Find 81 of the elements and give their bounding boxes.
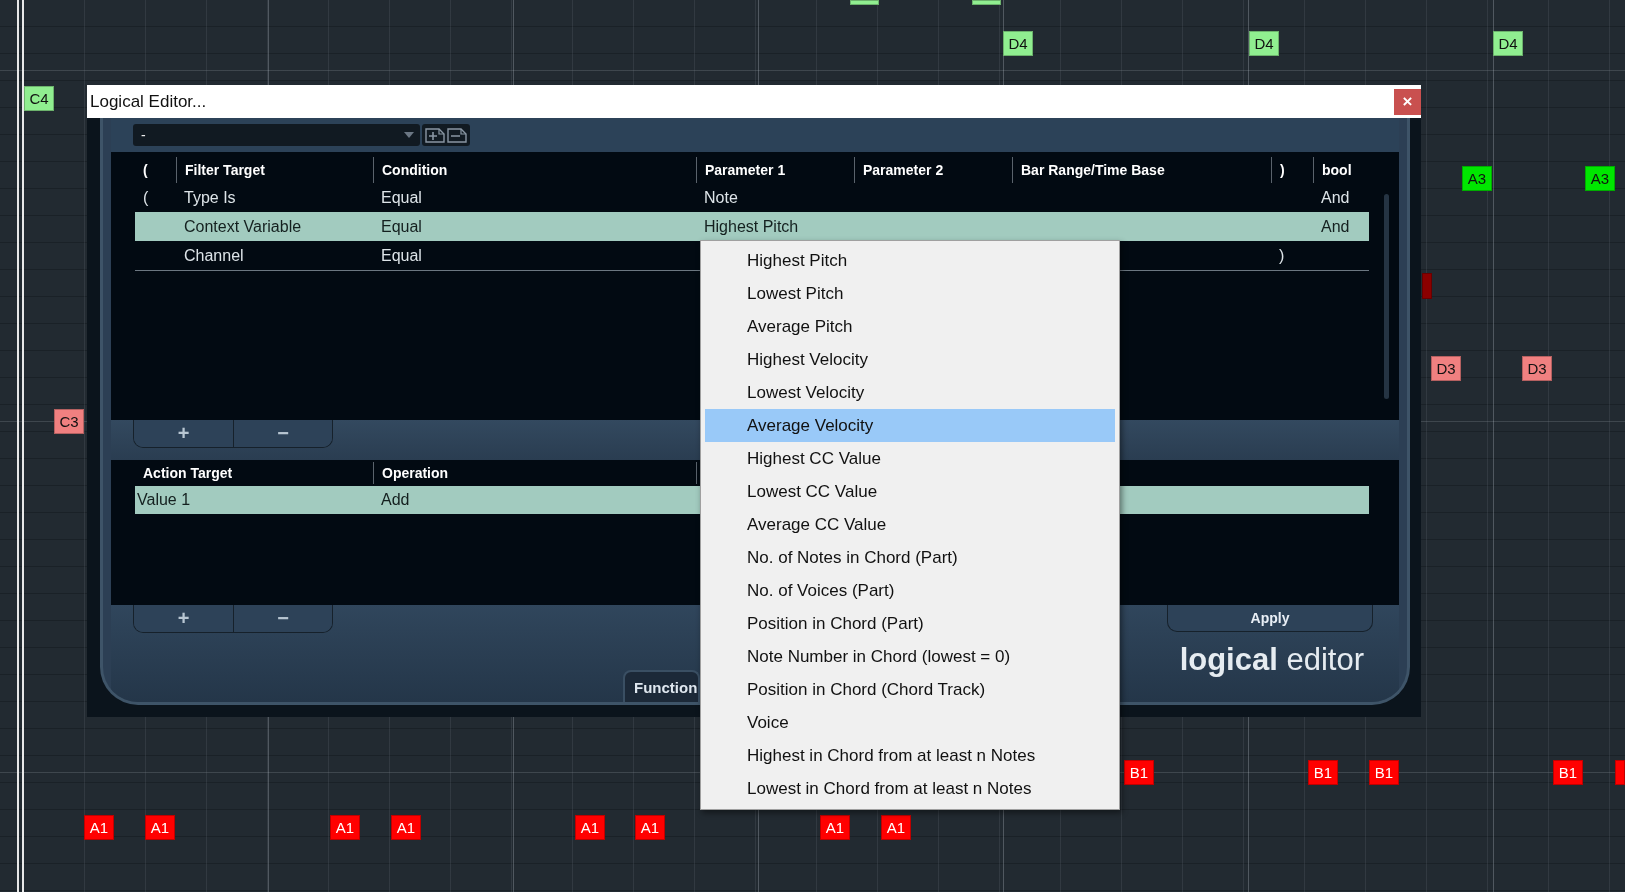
column-header[interactable]: Bar Range/Time Base — [1012, 157, 1271, 183]
note[interactable]: A3 — [1585, 166, 1615, 191]
note[interactable]: D3 — [1431, 356, 1461, 381]
note[interactable]: D3 — [1522, 356, 1552, 381]
note[interactable]: B1 — [1553, 760, 1583, 785]
function-tab[interactable]: Function — [623, 670, 700, 702]
logo-text: logical editor — [1179, 642, 1364, 678]
table-cell: Value 1 — [135, 486, 373, 514]
window-title: Logical Editor... — [90, 91, 207, 112]
remove-button[interactable]: − — [233, 605, 332, 632]
note[interactable]: D4 — [1003, 31, 1033, 56]
column-header[interactable]: bool — [1313, 157, 1369, 183]
menu-item[interactable]: No. of Voices (Part) — [705, 574, 1115, 607]
note[interactable]: A3 — [1462, 166, 1492, 191]
note[interactable]: A1 — [145, 815, 175, 840]
column-header[interactable]: Condition — [373, 157, 696, 183]
table-cell-text: Context Variable — [183, 216, 303, 237]
menu-item[interactable]: Lowest in Chord from at least n Notes — [705, 772, 1115, 805]
menu-item[interactable]: No. of Notes in Chord (Part) — [705, 541, 1115, 574]
add-preset-icon[interactable] — [425, 127, 445, 143]
table-cell-text: ( — [142, 187, 150, 208]
table-cell-text: Note — [703, 187, 739, 208]
menu-item[interactable]: Voice — [705, 706, 1115, 739]
remove-preset-icon[interactable] — [447, 127, 467, 143]
note[interactable]: A1 — [881, 815, 911, 840]
table-cell-text: And — [1320, 187, 1351, 208]
note[interactable] — [850, 0, 879, 5]
table-cell-text: Equal — [380, 187, 423, 208]
note[interactable]: B1 — [1369, 760, 1399, 785]
menu-item[interactable]: Average Pitch — [705, 310, 1115, 343]
table-cell-text: ) — [1278, 245, 1286, 266]
menu-item[interactable]: Position in Chord (Chord Track) — [705, 673, 1115, 706]
caret-icon — [404, 132, 414, 138]
note[interactable]: A1 — [391, 815, 421, 840]
note[interactable] — [1422, 273, 1432, 299]
note[interactable]: A1 — [820, 815, 850, 840]
note[interactable]: C3 — [54, 409, 84, 434]
column-header[interactable]: ) — [1271, 157, 1313, 183]
menu-item[interactable]: Highest Pitch — [705, 244, 1115, 277]
add-button[interactable]: + — [134, 605, 233, 632]
column-header[interactable]: Action Target — [135, 462, 373, 484]
column-header[interactable]: Parameter 2 — [854, 157, 1012, 183]
remove-button[interactable]: − — [233, 420, 332, 447]
table-cell-text: Channel — [183, 245, 245, 266]
scrollbar[interactable] — [1384, 194, 1389, 399]
note[interactable] — [972, 0, 1001, 5]
menu-item[interactable]: Lowest CC Value — [705, 475, 1115, 508]
table-cell-text: Equal — [380, 216, 423, 237]
note[interactable]: A1 — [575, 815, 605, 840]
menu-item[interactable]: Lowest Pitch — [705, 277, 1115, 310]
note[interactable]: D4 — [1249, 31, 1279, 56]
add-button[interactable]: + — [134, 420, 233, 447]
preset-dropdown[interactable]: - — [133, 124, 420, 146]
column-header[interactable]: ( — [135, 157, 176, 183]
note[interactable]: A1 — [635, 815, 665, 840]
note[interactable]: B1 — [1124, 760, 1154, 785]
note[interactable]: A1 — [84, 815, 114, 840]
note[interactable] — [1615, 760, 1625, 785]
menu-item[interactable]: Highest Velocity — [705, 343, 1115, 376]
menu-item[interactable]: Position in Chord (Part) — [705, 607, 1115, 640]
note[interactable]: D4 — [1493, 31, 1523, 56]
table-cell-text: Highest Pitch — [703, 216, 800, 237]
menu-item[interactable]: Note Number in Chord (lowest = 0) — [705, 640, 1115, 673]
menu-item[interactable]: Highest in Chord from at least n Notes — [705, 739, 1115, 772]
apply-button[interactable]: Apply — [1167, 605, 1373, 632]
close-button[interactable]: × — [1394, 88, 1421, 115]
column-header[interactable]: Operation — [373, 462, 696, 484]
column-header[interactable]: Filter Target — [176, 157, 373, 183]
menu-item[interactable]: Average CC Value — [705, 508, 1115, 541]
note[interactable]: A1 — [330, 815, 360, 840]
table-row[interactable]: Context Variable Equal Highest Pitch And — [135, 212, 1369, 241]
table-cell: Add — [373, 486, 696, 514]
note[interactable]: C4 — [24, 86, 54, 111]
table-cell-text: And — [1320, 216, 1351, 237]
menu-item[interactable]: Average Velocity — [705, 409, 1115, 442]
menu-item[interactable]: Lowest Velocity — [705, 376, 1115, 409]
menu-item[interactable]: Highest CC Value — [705, 442, 1115, 475]
table-cell-text: Equal — [380, 245, 423, 266]
table-cell-text: Type Is — [183, 187, 237, 208]
note[interactable]: B1 — [1308, 760, 1338, 785]
column-header[interactable]: Parameter 1 — [696, 157, 854, 183]
